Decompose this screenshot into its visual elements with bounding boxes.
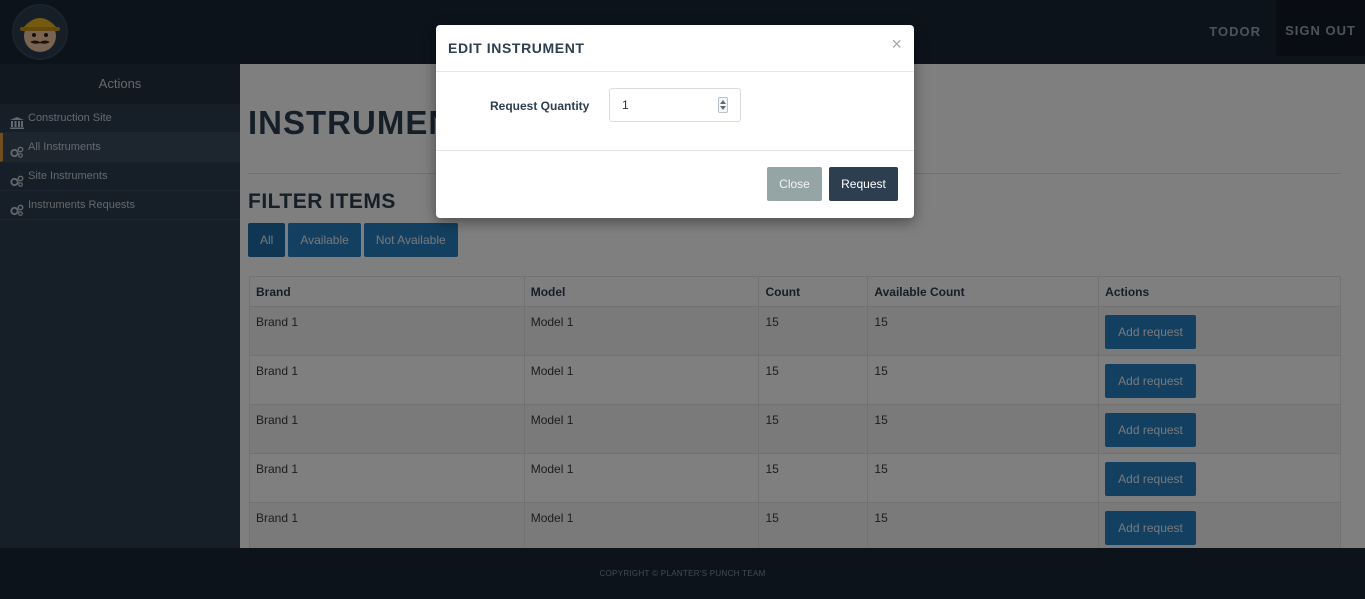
edit-instrument-modal: EDIT INSTRUMENT × Request Quantity 1 Clo… xyxy=(436,25,914,218)
modal-title: EDIT INSTRUMENT xyxy=(448,40,585,56)
quantity-value: 1 xyxy=(622,98,629,112)
quantity-spinner-icon[interactable] xyxy=(718,97,728,113)
request-quantity-label: Request Quantity xyxy=(490,99,590,113)
modal-footer: Close Request xyxy=(436,151,914,217)
request-quantity-input[interactable]: 1 xyxy=(609,88,741,122)
close-button[interactable]: Close xyxy=(767,167,822,201)
request-button[interactable]: Request xyxy=(829,167,898,201)
spinner-down-icon[interactable] xyxy=(720,106,726,110)
modal-header: EDIT INSTRUMENT × xyxy=(436,25,914,72)
spinner-up-icon[interactable] xyxy=(720,100,726,104)
close-icon[interactable]: × xyxy=(891,35,902,53)
modal-body: Request Quantity 1 xyxy=(436,72,914,151)
